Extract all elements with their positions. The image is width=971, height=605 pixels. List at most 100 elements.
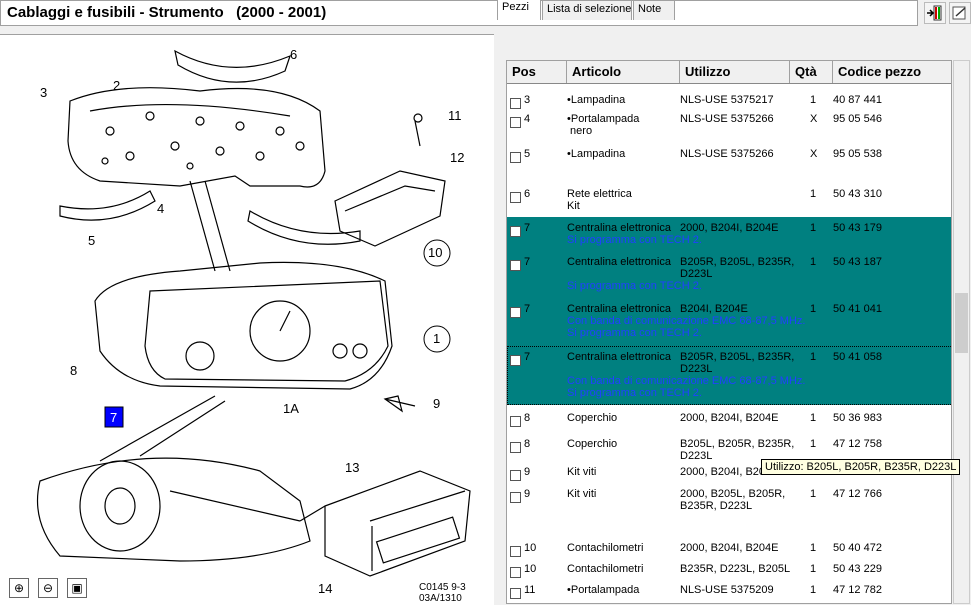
- tab-pezzi[interactable]: Pezzi: [497, 0, 541, 20]
- row-utilizzo: B204I, B204E: [680, 303, 748, 315]
- row-checkbox[interactable]: [510, 470, 521, 481]
- row-qta: 1: [810, 563, 817, 575]
- table-row[interactable]: 8 Coperchio B205L, B205R, B235R, D223L 1 47 …: [507, 433, 951, 462]
- row-pos: 7: [524, 351, 531, 363]
- table-header: Pos Articolo Utilizzo Qtà Codice pezzo: [507, 61, 951, 84]
- table-scrollbar[interactable]: [953, 60, 970, 604]
- row-articolo: Rete elettrica Kit: [567, 188, 632, 212]
- row-pos: 7: [524, 256, 531, 268]
- tab-lista-di-selezione[interactable]: Lista di selezione: [542, 0, 632, 20]
- tab-note[interactable]: Note: [633, 0, 675, 20]
- row-utilizzo: 2000, B204I, B20: [680, 466, 766, 478]
- callout-1a: 1A: [283, 401, 299, 416]
- row-articolo: Kit viti: [567, 488, 597, 500]
- row-checkbox[interactable]: [510, 588, 521, 599]
- col-qta[interactable]: Qtà: [790, 61, 833, 83]
- col-pos[interactable]: Pos: [507, 61, 567, 83]
- row-codice: 50 36 983: [833, 412, 882, 424]
- row-utilizzo: NLS-USE 5375266: [680, 113, 774, 125]
- row-pos: 6: [524, 188, 531, 200]
- zoom-out-button[interactable]: ⊖: [38, 578, 58, 598]
- row-qta: X: [810, 148, 818, 160]
- row-utilizzo: NLS-USE 5375209: [680, 584, 774, 596]
- row-utilizzo: 2000, B204I, B204E: [680, 412, 779, 424]
- row-note: Con banda di comunicazione EMC 68-87,5 M…: [567, 315, 806, 339]
- col-articolo[interactable]: Articolo: [567, 61, 680, 83]
- table-row[interactable]: 7 Centralina elettronica B204I, B204E 1 50 4…: [507, 298, 951, 346]
- row-checkbox[interactable]: [510, 307, 521, 318]
- row-pos: 8: [524, 438, 531, 450]
- table-row[interactable]: 8 Coperchio 2000, B204I, B204E 1 50 36 983: [507, 407, 951, 433]
- table-row[interactable]: 3 •Lampadina NLS-USE 5375217 1 40 87 441: [507, 89, 951, 109]
- table-row[interactable]: 4 •Portalampada nero NLS-USE 5375266 X 95 05…: [507, 108, 951, 143]
- diagram-panel: 6 2 3 11 12 4 5 10 1 8 1A 9 13 14 7: [0, 34, 494, 605]
- row-checkbox[interactable]: [510, 226, 521, 237]
- row-articolo: Kit viti: [567, 466, 597, 478]
- parts-table: Pos Articolo Utilizzo Qtà Codice pezzo 3…: [506, 60, 952, 604]
- row-codice: 50 43 187: [833, 256, 882, 268]
- row-utilizzo: NLS-USE 5375217: [680, 94, 774, 106]
- table-row[interactable]: 11 •Portalampada NLS-USE 5375209 1 47 12 782: [507, 579, 951, 600]
- row-checkbox[interactable]: [510, 260, 521, 271]
- row-checkbox[interactable]: [510, 546, 521, 557]
- row-qta: 1: [810, 188, 817, 200]
- row-note: Con banda di comunicazione EMC 68-87,5 M…: [567, 375, 806, 399]
- row-codice: 50 43 229: [833, 563, 882, 575]
- table-row[interactable]: 7 Centralina elettronica B205R, B205L, B23…: [507, 251, 951, 298]
- row-codice: 50 40 472: [833, 542, 882, 554]
- row-codice: 50 41 058: [833, 351, 882, 363]
- row-checkbox[interactable]: [510, 152, 521, 163]
- row-checkbox[interactable]: [510, 117, 521, 128]
- table-row[interactable]: 5 •Lampadina NLS-USE 5375266 X 95 05 538: [507, 143, 951, 183]
- row-pos: 10: [524, 563, 537, 575]
- row-articolo: Centralina elettronica: [567, 303, 671, 315]
- row-pos: 4: [524, 113, 531, 125]
- zoom-in-icon: ⊕: [13, 581, 25, 595]
- row-articolo: •Lampadina: [567, 94, 626, 106]
- callout-12: 12: [450, 150, 464, 165]
- row-articolo: Centralina elettronica: [567, 222, 671, 234]
- row-articolo: Contachilometri: [567, 542, 644, 554]
- row-checkbox[interactable]: [510, 442, 521, 453]
- row-checkbox[interactable]: [510, 567, 521, 578]
- row-articolo: Centralina elettronica: [567, 256, 671, 268]
- instrument-cluster-diagram[interactable]: 6 2 3 11 12 4 5 10 1 8 1A 9 13 14 7: [0, 35, 494, 605]
- row-articolo: Coperchio: [567, 438, 618, 450]
- row-checkbox[interactable]: [510, 192, 521, 203]
- scrollbar-thumb[interactable]: [955, 293, 968, 353]
- exit-icon: [927, 5, 942, 21]
- exit-button[interactable]: [924, 2, 946, 24]
- row-checkbox[interactable]: [510, 416, 521, 427]
- row-qta: 1: [810, 351, 817, 363]
- table-row[interactable]: 10 Contachilometri 2000, B204I, B204E 1 50 4…: [507, 537, 951, 558]
- callout-11: 11: [448, 108, 462, 123]
- fit-button[interactable]: ▣: [67, 578, 87, 598]
- callout-7: 7: [110, 410, 117, 425]
- row-articolo: •Portalampada: [567, 584, 640, 596]
- row-checkbox[interactable]: [510, 355, 521, 366]
- row-pos: 11: [524, 584, 536, 596]
- table-row[interactable]: 6 Rete elettrica Kit 1 50 43 310: [507, 183, 951, 217]
- row-articolo: Coperchio: [567, 412, 618, 424]
- col-utilizzo[interactable]: Utilizzo: [680, 61, 790, 83]
- row-codice: 50 43 179: [833, 222, 882, 234]
- notes-button[interactable]: [949, 2, 971, 24]
- row-pos: 8: [524, 412, 531, 424]
- row-checkbox[interactable]: [510, 492, 521, 503]
- row-qta: 1: [810, 542, 817, 554]
- table-row[interactable]: 7 Centralina elettronica 2000, B204I, B204…: [507, 217, 951, 251]
- table-row[interactable]: 9 Kit viti 2000, B205L, B205R, B235R, D223…: [507, 483, 951, 537]
- table-row[interactable]: 10 Contachilometri B235R, D223L, B205L 1 50 …: [507, 558, 951, 579]
- row-note: Si programma con TECH 2.: [567, 280, 702, 292]
- row-pos: 3: [524, 94, 531, 106]
- col-codice-pezzo[interactable]: Codice pezzo: [833, 61, 951, 83]
- row-codice: 95 05 538: [833, 148, 882, 160]
- zoom-in-button[interactable]: ⊕: [9, 578, 29, 598]
- callout-6: 6: [290, 47, 297, 62]
- row-codice: 47 12 782: [833, 584, 882, 596]
- row-pos: 7: [524, 303, 531, 315]
- row-pos: 9: [524, 488, 531, 500]
- table-row[interactable]: 7 Centralina elettronica B205R, B205L, B23…: [507, 346, 951, 405]
- callout-8: 8: [70, 363, 77, 378]
- row-utilizzo: 2000, B204I, B204E: [680, 542, 779, 554]
